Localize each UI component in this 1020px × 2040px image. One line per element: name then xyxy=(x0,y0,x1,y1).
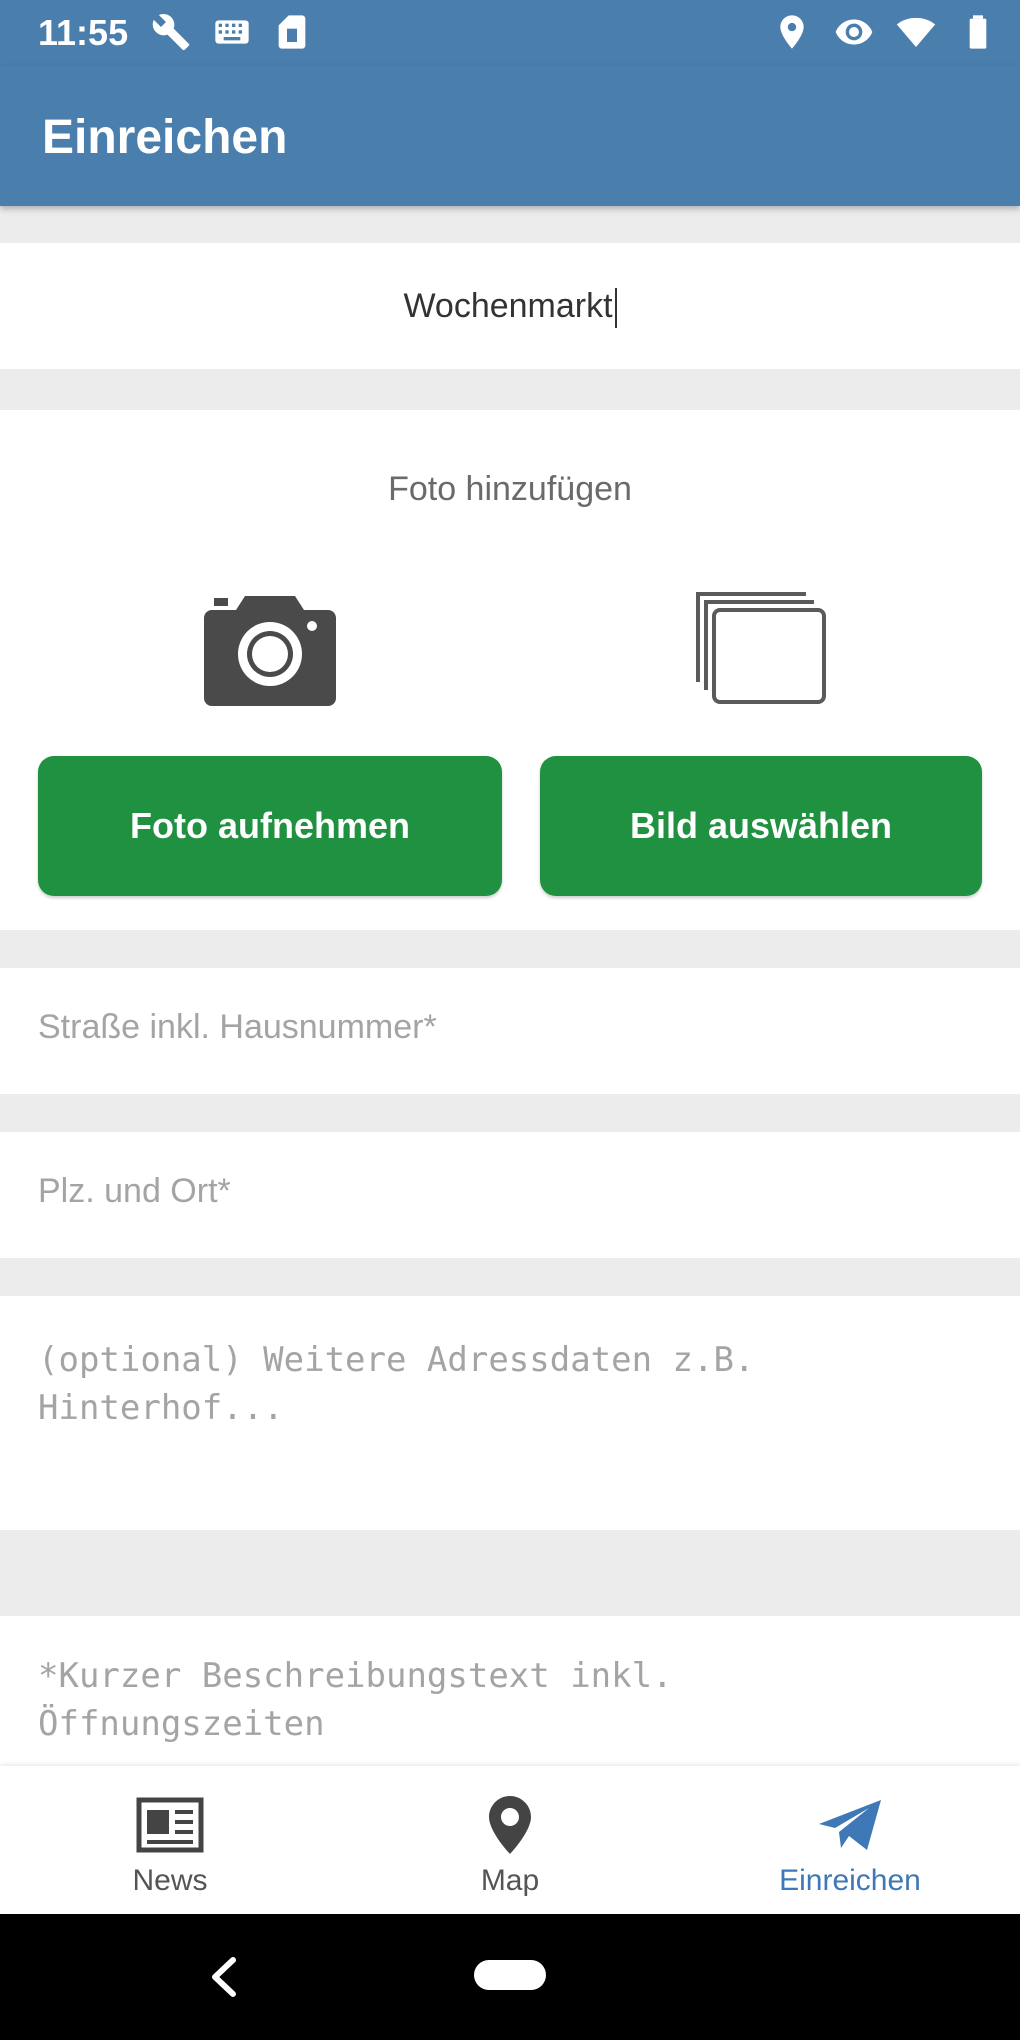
take-photo-button[interactable]: Foto aufnehmen xyxy=(38,756,502,896)
sd-card-icon xyxy=(278,15,306,49)
camera-icon[interactable] xyxy=(200,588,340,708)
eye-icon xyxy=(835,19,873,45)
street-field[interactable]: Straße inkl. Hausnummer* xyxy=(0,968,1020,1094)
choose-image-button[interactable]: Bild auswählen xyxy=(540,756,982,896)
map-pin-icon xyxy=(489,1796,531,1854)
status-icons-right xyxy=(772,12,998,52)
system-navigation-bar xyxy=(0,1914,1020,2040)
location-icon xyxy=(780,15,804,49)
nav-item-news[interactable]: News xyxy=(0,1766,340,1914)
send-icon xyxy=(819,1800,881,1850)
news-icon xyxy=(136,1797,204,1853)
nav-item-map[interactable]: Map xyxy=(340,1766,680,1914)
optional-address-placeholder: (optional) Weitere Adressdaten z.B. Hint… xyxy=(38,1340,755,1428)
plz-field[interactable]: Plz. und Ort* xyxy=(0,1132,1020,1258)
gallery-icon[interactable] xyxy=(690,586,830,710)
wrench-icon xyxy=(152,13,190,51)
optional-address-field[interactable]: (optional) Weitere Adressdaten z.B. Hint… xyxy=(0,1296,1020,1530)
nav-label-einreichen: Einreichen xyxy=(779,1864,921,1897)
plz-placeholder: Plz. und Ort* xyxy=(38,1172,231,1210)
battery-icon xyxy=(969,15,987,49)
photo-section: Foto hinzufügen Foto aufnehmen Bild ausw… xyxy=(0,410,1020,930)
app-bar: Einreichen xyxy=(0,66,1020,206)
keyboard-icon xyxy=(215,20,249,44)
description-field[interactable]: *Kurzer Beschreibungstext inkl. Öffnungs… xyxy=(0,1616,1020,1776)
street-placeholder: Straße inkl. Hausnummer* xyxy=(38,1008,437,1046)
page-title: Einreichen xyxy=(42,111,288,164)
description-placeholder: *Kurzer Beschreibungstext inkl. Öffnungs… xyxy=(38,1656,673,1744)
title-field[interactable]: Wochenmarkt xyxy=(0,243,1020,369)
status-bar: 11:55 xyxy=(0,0,1020,66)
title-field-card: Wochenmarkt xyxy=(0,243,1020,369)
photo-section-label: Foto hinzufügen xyxy=(388,470,632,508)
home-button[interactable] xyxy=(474,1960,546,1990)
back-icon[interactable] xyxy=(205,1954,241,2000)
wifi-icon xyxy=(896,17,936,47)
bottom-navigation: News Map Einreichen xyxy=(0,1766,1020,1914)
status-time: 11:55 xyxy=(38,12,129,53)
nav-label-map: Map xyxy=(480,1864,540,1897)
status-icons-left xyxy=(152,12,312,52)
nav-item-einreichen[interactable]: Einreichen xyxy=(680,1766,1020,1914)
title-field-value: Wochenmarkt xyxy=(403,287,613,325)
nav-label-news: News xyxy=(132,1864,208,1897)
text-cursor xyxy=(614,288,617,329)
